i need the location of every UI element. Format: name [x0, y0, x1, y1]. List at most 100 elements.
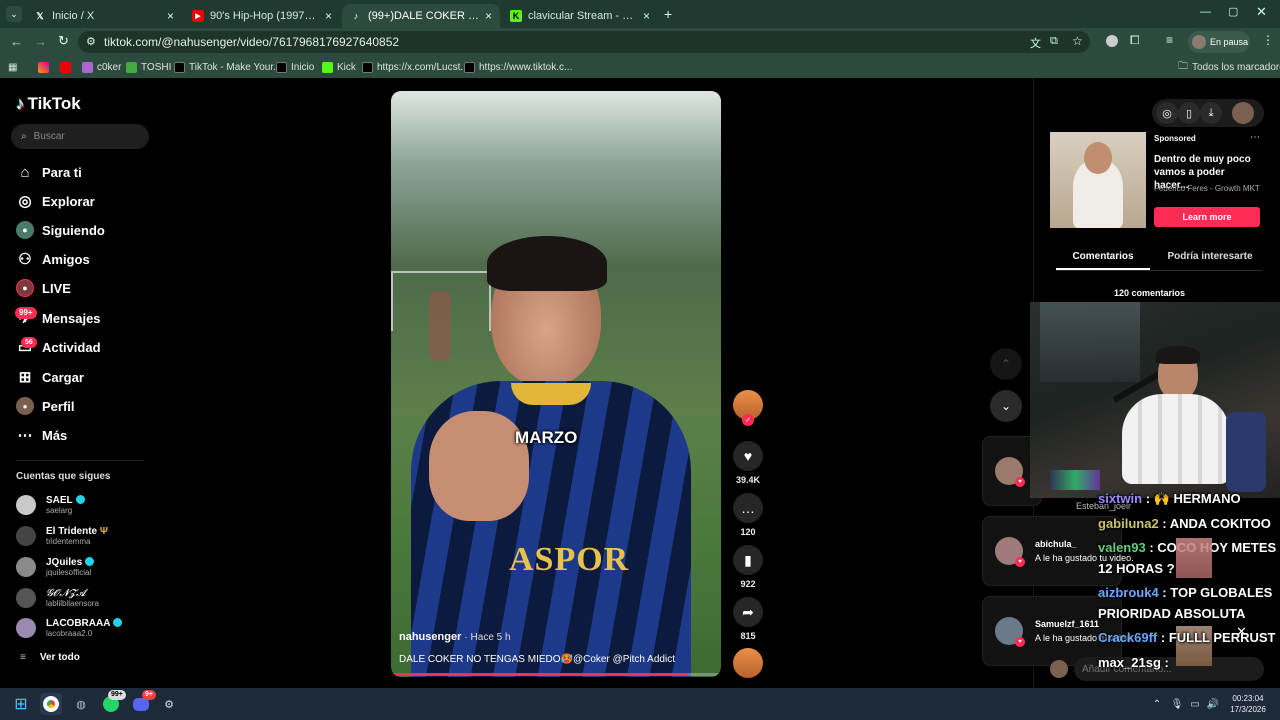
- device-icon[interactable]: ▯: [1178, 102, 1200, 124]
- jersey-sponsor-text: ASPOR: [509, 541, 630, 578]
- bookmark-instagram[interactable]: [38, 59, 53, 75]
- bookmark-x-inicio[interactable]: Inicio: [276, 59, 314, 75]
- author-avatar-button[interactable]: ✓: [733, 390, 763, 426]
- address-bar[interactable]: ⚙ tiktok.com/@nahusenger/video/761796817…: [78, 31, 1090, 53]
- nav-mas[interactable]: ⋯ Más: [16, 424, 68, 446]
- chat-line: Crack69ff : FULLL PERRUST: [1098, 630, 1276, 645]
- ad-more-icon[interactable]: ⋯: [1250, 132, 1260, 143]
- tab-comentarios[interactable]: Comentarios: [1056, 251, 1150, 262]
- close-icon[interactable]: ×: [325, 9, 332, 23]
- all-bookmarks[interactable]: 🗀Todos los marcadores: [1178, 59, 1280, 75]
- reload-icon[interactable]: ↻: [58, 33, 69, 49]
- bookmark-coker[interactable]: c0ker: [82, 59, 121, 75]
- clock[interactable]: 00:23:04 17/3/2026: [1226, 693, 1270, 715]
- share-button[interactable]: ➦ 815: [733, 597, 763, 641]
- steam-icon[interactable]: ⚙: [158, 693, 180, 715]
- maximize-button[interactable]: ▢: [1228, 5, 1238, 18]
- apps-icon[interactable]: ▦: [8, 59, 17, 75]
- close-icon[interactable]: ✕: [1236, 624, 1247, 640]
- see-all-link[interactable]: ≡ Ver todo: [20, 652, 80, 663]
- tiktok-logo[interactable]: ♪ TikTok: [16, 94, 81, 114]
- close-window-button[interactable]: ✕: [1256, 4, 1267, 20]
- nav-live[interactable]: ● LIVE: [16, 277, 71, 299]
- nav-perfil[interactable]: ● Perfil: [16, 395, 75, 417]
- tab-tiktok[interactable]: ♪ (99+)DALE COKER NO TENGAS ×: [342, 4, 500, 28]
- tab-x-home[interactable]: 𝕏 Inicio / X ×: [26, 4, 182, 28]
- nav-siguiendo[interactable]: ● Siguiendo: [16, 219, 105, 241]
- tab-youtube[interactable]: ▶ 90's Hip-Hop (1997) [Lost Dem ×: [184, 4, 340, 28]
- app-icon[interactable]: ◍: [70, 693, 92, 715]
- menu-icon[interactable]: ⋮: [1262, 33, 1274, 47]
- nav-cargar[interactable]: ⊞ Cargar: [16, 366, 84, 388]
- learn-more-button[interactable]: Learn more: [1154, 207, 1260, 227]
- translate-icon[interactable]: 文: [1030, 35, 1041, 51]
- nav-amigos[interactable]: ⚇ Amigos: [16, 248, 89, 270]
- scroll-down-button[interactable]: ⌄: [990, 390, 1022, 422]
- account-el-tridente[interactable]: El Tridente Ψtridentemma: [16, 523, 108, 549]
- nav-para-ti[interactable]: ⌂ Para ti: [16, 161, 81, 183]
- bookmark-youtube[interactable]: [60, 59, 75, 75]
- tab-search-icon[interactable]: ⌄: [6, 6, 22, 22]
- chrome-icon[interactable]: [40, 693, 62, 715]
- stream-webcam-overlay: [1030, 302, 1280, 498]
- chair: [1226, 412, 1266, 492]
- profile-chip[interactable]: En pausa: [1188, 31, 1250, 53]
- avatar[interactable]: [1232, 102, 1254, 124]
- notification-user: Samuelzf_1611: [1035, 619, 1100, 629]
- heart-icon: ♥: [733, 441, 763, 471]
- back-icon[interactable]: ←: [10, 34, 23, 49]
- cast-icon[interactable]: ⧉: [1050, 35, 1058, 48]
- close-icon[interactable]: ×: [485, 9, 492, 23]
- video-author[interactable]: nahusenger · Hace 5 h: [399, 631, 511, 643]
- bookmark-tiktok-2[interactable]: https://www.tiktok.c...: [464, 59, 572, 75]
- extension-icon[interactable]: [1106, 35, 1118, 47]
- search-input[interactable]: ⌕ Buscar: [11, 124, 149, 149]
- bookmark-kick[interactable]: Kick: [322, 59, 356, 75]
- video-progress-track[interactable]: [391, 673, 721, 676]
- trident-icon: Ψ: [99, 525, 108, 537]
- new-tab-button[interactable]: +: [664, 6, 672, 22]
- download-icon[interactable]: ⤓: [1200, 102, 1222, 124]
- forward-icon[interactable]: →: [34, 34, 47, 49]
- bookmark-star-icon[interactable]: ☆: [1072, 34, 1083, 48]
- bookmark-tiktok[interactable]: TikTok - Make Your...: [174, 59, 281, 75]
- commenter-avatar: [1050, 660, 1068, 678]
- video-player[interactable]: ASPOR MARZO nahusenger · Hace 5 h DALE C…: [391, 91, 721, 677]
- close-icon[interactable]: ×: [643, 9, 650, 23]
- tiktok-icon: [464, 61, 475, 73]
- ad-thumbnail[interactable]: [1050, 132, 1146, 228]
- tab-kick[interactable]: K clavicular Stream - Watch Live o ×: [502, 4, 658, 28]
- tab-podria-interesarte[interactable]: Podría interesarte: [1158, 251, 1262, 262]
- extensions-puzzle-icon[interactable]: ⧠: [1130, 33, 1140, 48]
- account-sael[interactable]: SAEL saelarg: [16, 492, 85, 518]
- windows-taskbar: ⊞ ◍ 99+ 9+ ⚙ ⌃ 🎙 ▭ 🔊 00:23:04 17/3/2026: [0, 688, 1280, 720]
- avatar: [16, 526, 36, 546]
- chat-emote: [1176, 538, 1212, 578]
- close-icon[interactable]: ×: [167, 9, 174, 23]
- chevron-up-icon[interactable]: ⌃: [1146, 693, 1168, 715]
- reading-list-icon[interactable]: ≡: [1166, 33, 1173, 47]
- account-gonza[interactable]: 𝓖𝓞𝓝𝓩𝓐 lablilbilaensora: [16, 585, 99, 611]
- windows-start-icon[interactable]: ⊞: [10, 693, 32, 715]
- tabs-divider: [1056, 270, 1262, 271]
- compass-icon: ◎: [18, 193, 32, 210]
- account-jquiles[interactable]: JQuiles jquilesofficial: [16, 554, 95, 580]
- save-button[interactable]: ▮ 922: [733, 545, 763, 589]
- comment-button[interactable]: … 120: [733, 493, 763, 537]
- bookmark-toshi[interactable]: TOSHI: [126, 59, 171, 75]
- avatar: [16, 495, 36, 515]
- site-info-icon[interactable]: ⚙: [86, 35, 96, 48]
- ad-person-head: [1084, 142, 1112, 174]
- scroll-up-button[interactable]: ⌃: [990, 348, 1022, 380]
- bookmark-x-lucst[interactable]: https://x.com/Lucst...: [362, 59, 469, 75]
- chat-line: gabiluna2 : ANDA COKITOO: [1098, 516, 1271, 531]
- coin-icon[interactable]: ◎: [1156, 102, 1178, 124]
- sound-disc-button[interactable]: [733, 648, 763, 678]
- url-text: tiktok.com/@nahusenger/video/76179681769…: [104, 35, 400, 49]
- follow-check-icon[interactable]: ✓: [742, 414, 754, 426]
- account-lacobraaa[interactable]: LACOBRAAA lacobraaa2.0: [16, 615, 123, 641]
- like-button[interactable]: ♥ 39.4K: [733, 441, 763, 485]
- nav-explorar[interactable]: ◎ Explorar: [16, 190, 94, 212]
- minimize-button[interactable]: —: [1200, 6, 1211, 18]
- volume-icon[interactable]: 🔊: [1202, 693, 1224, 715]
